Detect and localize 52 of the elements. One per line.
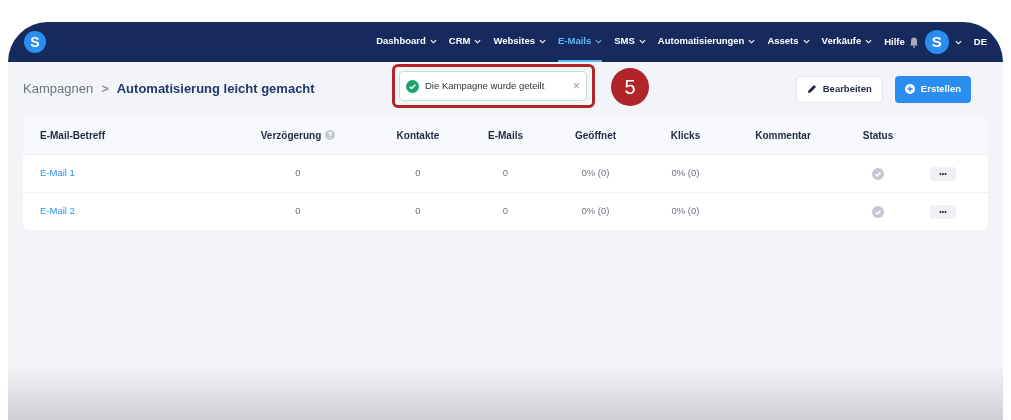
language-selector[interactable]: DE bbox=[973, 34, 987, 50]
edit-button[interactable]: Bearbeiten bbox=[795, 75, 883, 103]
caret-icon bbox=[802, 38, 810, 44]
nav-menu-item[interactable]: Verkäufe bbox=[821, 22, 873, 62]
email-link[interactable]: E-Mail 1 bbox=[23, 166, 75, 181]
caret-icon bbox=[474, 38, 482, 44]
nav-menu-item[interactable]: SMS bbox=[614, 22, 646, 62]
table-cell: 0 bbox=[415, 166, 421, 181]
table-cell: 0% (0) bbox=[671, 166, 700, 181]
nav-menu-item[interactable]: CRM bbox=[448, 22, 482, 62]
nav-menu-item[interactable]: Assets bbox=[767, 22, 810, 62]
nav-menu-item[interactable]: Websites bbox=[493, 22, 546, 62]
column-header: Status bbox=[862, 128, 894, 143]
toast-message: Die Kampagne wurde geteilt bbox=[425, 78, 545, 93]
pencil-icon bbox=[806, 84, 817, 94]
caret-icon bbox=[865, 38, 873, 44]
column-header: Kontakte bbox=[396, 128, 440, 143]
column-header: Verzögerung bbox=[260, 128, 322, 143]
caret-icon bbox=[748, 38, 756, 44]
help-link[interactable]: Hilfe bbox=[884, 34, 905, 50]
caret-icon[interactable] bbox=[954, 39, 962, 45]
column-header: E-Mails bbox=[488, 128, 523, 143]
breadcrumb-current: Automatisierung leicht gemacht bbox=[116, 80, 315, 99]
column-header: Geöffnet bbox=[574, 128, 617, 143]
nav-menu-item[interactable]: E-Mails bbox=[558, 22, 603, 62]
help-icon bbox=[325, 130, 336, 140]
table-cell: 0 bbox=[502, 204, 509, 219]
bell-icon[interactable] bbox=[908, 36, 919, 48]
step-number-badge: 5 bbox=[611, 68, 649, 106]
table-cell: 0% (0) bbox=[581, 166, 610, 181]
caret-icon bbox=[638, 38, 646, 44]
table-cell: 0 bbox=[502, 166, 509, 181]
table-cell: 0 bbox=[295, 166, 301, 181]
status-check-icon bbox=[872, 205, 884, 218]
table-cell: 0% (0) bbox=[581, 204, 610, 219]
caret-icon bbox=[539, 38, 546, 44]
breadcrumb-separator: > bbox=[101, 80, 109, 99]
email-link[interactable]: E-Mail 2 bbox=[23, 204, 75, 219]
caret-icon bbox=[429, 38, 437, 44]
breadcrumb-link[interactable]: Kampagnen bbox=[23, 79, 94, 99]
status-check-icon bbox=[872, 167, 884, 180]
check-circle-icon bbox=[406, 79, 419, 93]
table-cell: 0% (0) bbox=[671, 204, 700, 219]
column-header: Klicks bbox=[670, 128, 701, 143]
nav-menu-item[interactable]: Automatisierungen bbox=[657, 22, 756, 62]
table-cell: 0 bbox=[415, 204, 421, 219]
column-header: Kommentar bbox=[755, 128, 811, 143]
plus-circle-icon bbox=[904, 84, 915, 94]
caret-icon bbox=[595, 38, 603, 44]
column-header: E-Mail-Betreff bbox=[40, 128, 105, 143]
table-cell: 0 bbox=[295, 204, 301, 219]
nav-menu-item[interactable]: Dashboard bbox=[376, 22, 437, 62]
